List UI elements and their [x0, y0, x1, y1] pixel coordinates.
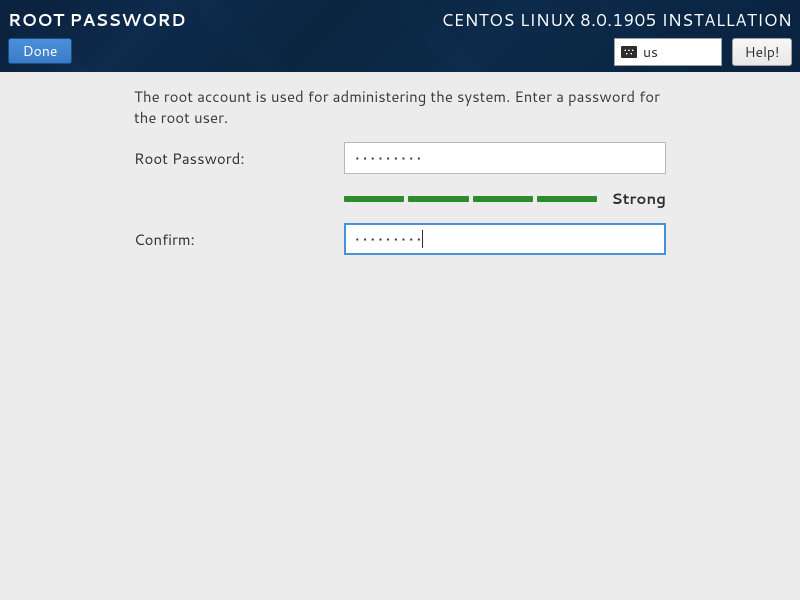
root-password-label: Root Password: [134, 148, 344, 169]
confirm-password-row: Confirm: ••••••••• [134, 223, 666, 255]
help-button[interactable]: Help! [732, 38, 792, 66]
content-area: The root account is used for administeri… [0, 72, 800, 255]
root-password-row: Root Password: [134, 142, 666, 174]
password-strength-label: Strong [611, 188, 666, 209]
strength-segment [537, 196, 597, 202]
header-bar: ROOT PASSWORD Done CENTOS LINUX 8.0.1905… [0, 0, 800, 72]
install-title: CENTOS LINUX 8.0.1905 INSTALLATION [441, 8, 792, 32]
strength-segment [473, 196, 533, 202]
keyboard-layout-selector[interactable]: us [614, 38, 722, 66]
header-right-row: us Help! [614, 38, 792, 66]
root-password-input[interactable] [344, 142, 666, 174]
password-strength-meter [344, 196, 597, 202]
header-left: ROOT PASSWORD Done [8, 8, 186, 64]
confirm-password-label: Confirm: [134, 229, 344, 250]
page-title: ROOT PASSWORD [8, 8, 186, 32]
strength-segment [344, 196, 404, 202]
password-strength-row: Strong [344, 188, 666, 209]
description-text: The root account is used for administeri… [134, 86, 666, 128]
keyboard-layout-label: us [643, 42, 658, 62]
confirm-password-input[interactable]: ••••••••• [344, 223, 666, 255]
keyboard-icon [621, 46, 637, 58]
header-right: CENTOS LINUX 8.0.1905 INSTALLATION us He… [441, 8, 792, 64]
text-cursor [422, 230, 423, 248]
done-button[interactable]: Done [8, 38, 72, 64]
strength-segment [408, 196, 468, 202]
confirm-password-value: ••••••••• [355, 229, 424, 250]
